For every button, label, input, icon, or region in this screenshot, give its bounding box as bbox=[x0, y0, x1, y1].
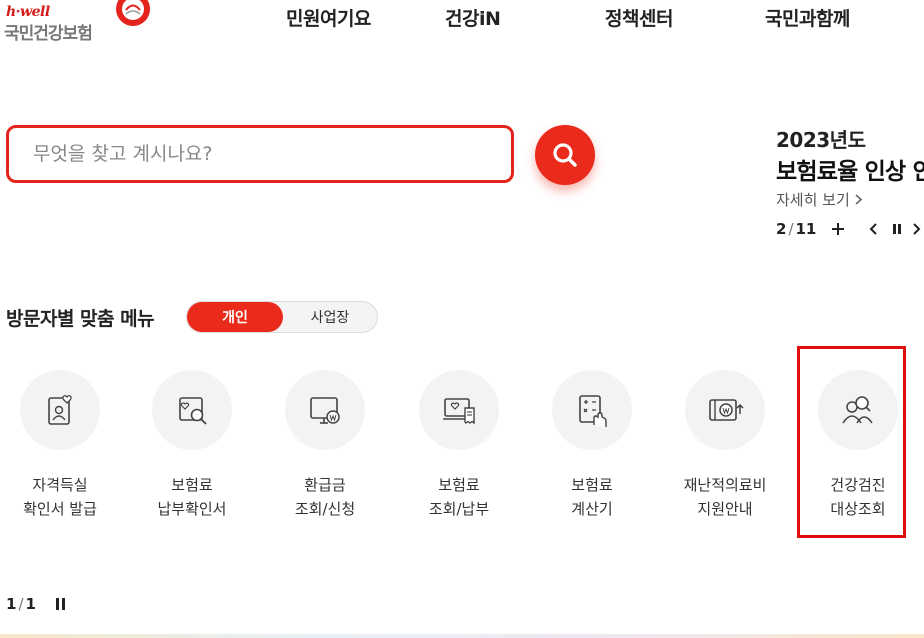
menu-icon-circle bbox=[552, 370, 632, 450]
logo-tagline: h·well bbox=[6, 4, 50, 20]
toggle-personal[interactable]: 개인 bbox=[187, 302, 283, 332]
menu-label-line1: 자격득실 bbox=[32, 476, 88, 494]
notice-more-link[interactable]: 자세히 보기 bbox=[776, 189, 863, 210]
menu-label-line2: 납부확인서 bbox=[157, 500, 227, 518]
menu-label: 보험료 조회/납부 bbox=[399, 473, 519, 521]
menu-item-qualification-certificate[interactable]: 자격득실 확인서 발급 bbox=[0, 370, 120, 530]
plus-icon[interactable] bbox=[830, 221, 846, 237]
menu-label: 보험료 계산기 bbox=[532, 473, 652, 521]
id-card-heart-icon bbox=[48, 395, 72, 425]
menu-pager: 1/1 bbox=[6, 595, 36, 613]
search-box bbox=[6, 125, 514, 183]
menu-label-line1: 보험료 bbox=[438, 476, 480, 494]
menu-icon-circle bbox=[685, 370, 765, 450]
nav-item-with-people[interactable]: 국민과함께 bbox=[765, 4, 850, 31]
wallet-won-icon bbox=[709, 399, 744, 421]
pause-icon[interactable] bbox=[889, 221, 905, 237]
menu-item-refund[interactable]: 환급금 조회/신청 bbox=[265, 370, 385, 530]
toggle-business[interactable]: 사업장 bbox=[283, 302, 377, 332]
site-logo[interactable]: h·well 국민건강보험 bbox=[4, 0, 154, 44]
menu-label-line1: 재난적의료비 bbox=[683, 476, 767, 494]
menu-pager-separator: / bbox=[18, 595, 24, 613]
pause-icon[interactable] bbox=[54, 597, 68, 611]
monitor-won-icon bbox=[310, 397, 340, 424]
menu-item-payment-certificate[interactable]: 보험료 납부확인서 bbox=[132, 370, 252, 530]
nhis-emblem-icon bbox=[116, 0, 150, 26]
notice-year: 2023년도 bbox=[776, 128, 866, 152]
search-icon bbox=[553, 143, 577, 167]
nav-item-policy-center[interactable]: 정책센터 bbox=[605, 4, 673, 31]
menu-label-line1: 보험료 bbox=[171, 476, 213, 494]
section-title: 방문자별 맞춤 메뉴 bbox=[6, 308, 155, 330]
menu-icon-circle bbox=[419, 370, 499, 450]
nav-item-civil-service[interactable]: 민원여기요 bbox=[286, 4, 371, 31]
visitor-type-toggle: 개인 사업장 bbox=[186, 301, 378, 333]
menu-label-line2: 조회/납부 bbox=[428, 500, 490, 518]
menu-label: 재난적의료비 지원안내 bbox=[665, 473, 785, 521]
document-search-icon bbox=[179, 397, 207, 425]
menu-pager-current: 1 bbox=[6, 595, 17, 613]
search-input[interactable] bbox=[33, 128, 493, 180]
menu-label-line1: 보험료 bbox=[571, 476, 613, 494]
menu-label-line2: 계산기 bbox=[571, 500, 613, 518]
notice-pager-total: 11 bbox=[795, 220, 817, 238]
menu-label-line2: 지원안내 bbox=[697, 500, 753, 518]
highlight-box bbox=[797, 346, 906, 538]
menu-icon-circle bbox=[152, 370, 232, 450]
menu-label: 보험료 납부확인서 bbox=[132, 473, 252, 521]
notice-pager-current: 2 bbox=[776, 220, 787, 238]
menu-pager-total: 1 bbox=[25, 595, 36, 613]
laptop-receipt-icon bbox=[443, 398, 475, 425]
search-button[interactable] bbox=[535, 125, 595, 185]
menu-label-line1: 환급금 bbox=[304, 476, 346, 494]
notice-more-label: 자세히 보기 bbox=[776, 191, 850, 209]
notice-title[interactable]: 보험료율 인상 안 bbox=[776, 152, 924, 186]
calculator-hand-icon bbox=[579, 395, 607, 427]
menu-label: 환급금 조회/신청 bbox=[265, 473, 385, 521]
menu-item-catastrophic-medical-support[interactable]: 재난적의료비 지원안내 bbox=[665, 370, 785, 530]
chevron-right-icon bbox=[855, 194, 862, 205]
nav-item-health-in[interactable]: 건강iN bbox=[445, 4, 501, 31]
menu-item-premium-payment[interactable]: 보험료 조회/납부 bbox=[399, 370, 519, 530]
chevron-left-icon[interactable] bbox=[866, 221, 882, 237]
menu-icon-circle bbox=[20, 370, 100, 450]
menu-label-line2: 확인서 발급 bbox=[23, 500, 97, 518]
bottom-divider bbox=[0, 634, 924, 638]
notice-pager: 2/11 bbox=[776, 220, 816, 240]
menu-icon-circle bbox=[285, 370, 365, 450]
chevron-right-icon[interactable] bbox=[910, 221, 922, 237]
menu-label: 자격득실 확인서 발급 bbox=[0, 473, 120, 521]
menu-label-line2: 조회/신청 bbox=[294, 500, 356, 518]
logo-name: 국민건강보험 bbox=[4, 24, 93, 44]
menu-item-premium-calculator[interactable]: 보험료 계산기 bbox=[532, 370, 652, 530]
notice-pager-separator: / bbox=[788, 220, 794, 238]
